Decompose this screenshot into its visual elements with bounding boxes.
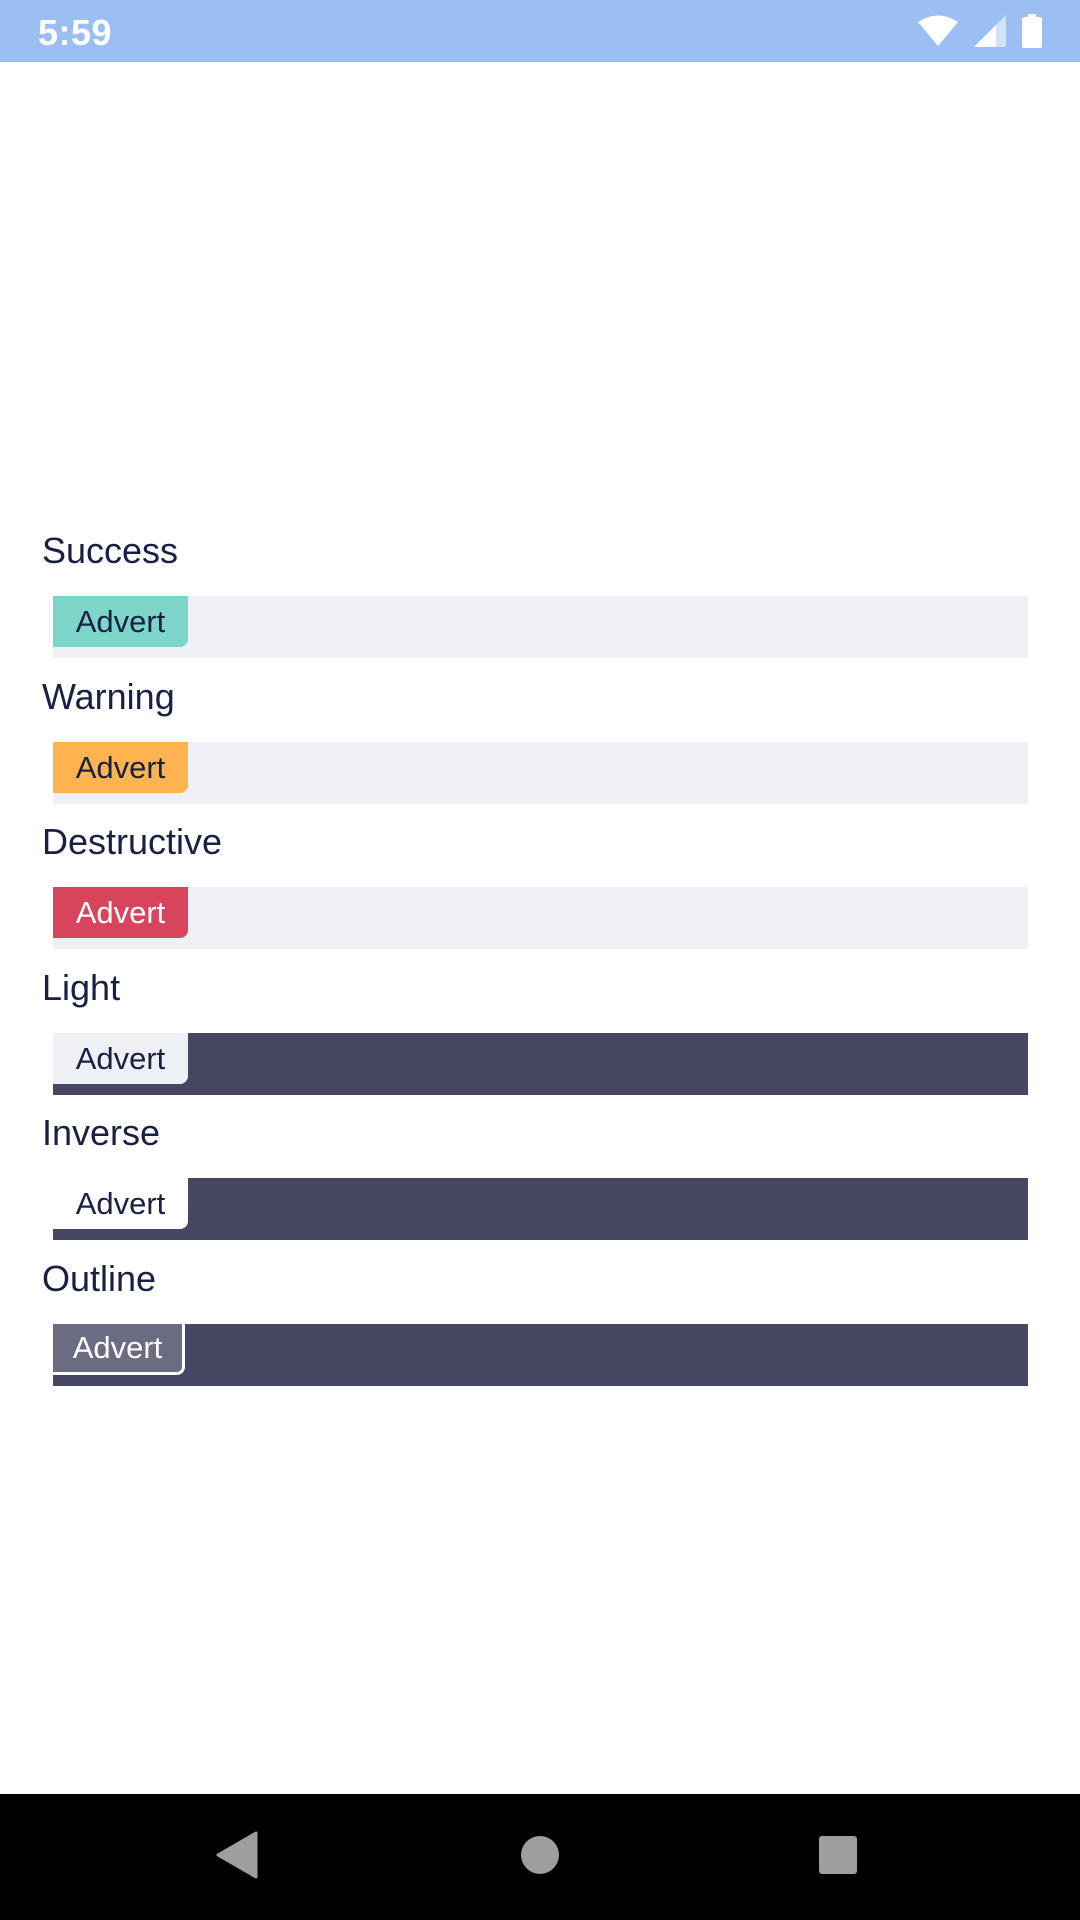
badge-strip: Advert [53, 741, 1028, 804]
advert-badge-inverse: Advert [53, 1178, 188, 1229]
badge-strip: Advert [53, 1323, 1028, 1386]
status-bar: 5:59 [0, 0, 1080, 62]
section-destructive: Destructive Advert [0, 811, 1080, 957]
section-title: Warning [42, 675, 175, 717]
badge-strip: Advert [53, 887, 1028, 949]
badge-strip: Advert [53, 1032, 1028, 1095]
section-outline: Outline Advert [0, 1248, 1080, 1394]
advert-badge-destructive: Advert [53, 887, 188, 938]
section-success: Success Advert [0, 520, 1080, 666]
advert-badge-warning: Advert [53, 741, 188, 793]
cellular-signal-icon [974, 15, 1006, 47]
section-title: Light [42, 966, 121, 1008]
badge-variants-list: Success Advert Warning Advert Destructiv… [0, 520, 1080, 1393]
section-title: Outline [42, 1257, 157, 1299]
section-title: Destructive [42, 821, 223, 862]
recents-icon[interactable] [817, 1831, 859, 1884]
status-time: 5:59 [38, 12, 113, 53]
section-title: Success [42, 530, 179, 571]
section-title: Inverse [42, 1112, 161, 1153]
advert-badge-success: Advert [53, 596, 188, 647]
badge-strip: Advert [53, 596, 1028, 658]
battery-icon [1022, 14, 1042, 48]
navigation-bar [0, 1794, 1080, 1920]
section-light: Light Advert [0, 957, 1080, 1103]
wifi-icon [918, 15, 958, 47]
advert-badge-light: Advert [53, 1032, 188, 1084]
badge-strip: Advert [53, 1178, 1028, 1240]
advert-badge-outline: Advert [53, 1323, 185, 1375]
status-icons [918, 12, 1042, 50]
home-icon[interactable] [519, 1831, 561, 1884]
back-icon[interactable] [216, 1831, 258, 1884]
section-inverse: Inverse Advert [0, 1102, 1080, 1248]
section-warning: Warning Advert [0, 666, 1080, 812]
